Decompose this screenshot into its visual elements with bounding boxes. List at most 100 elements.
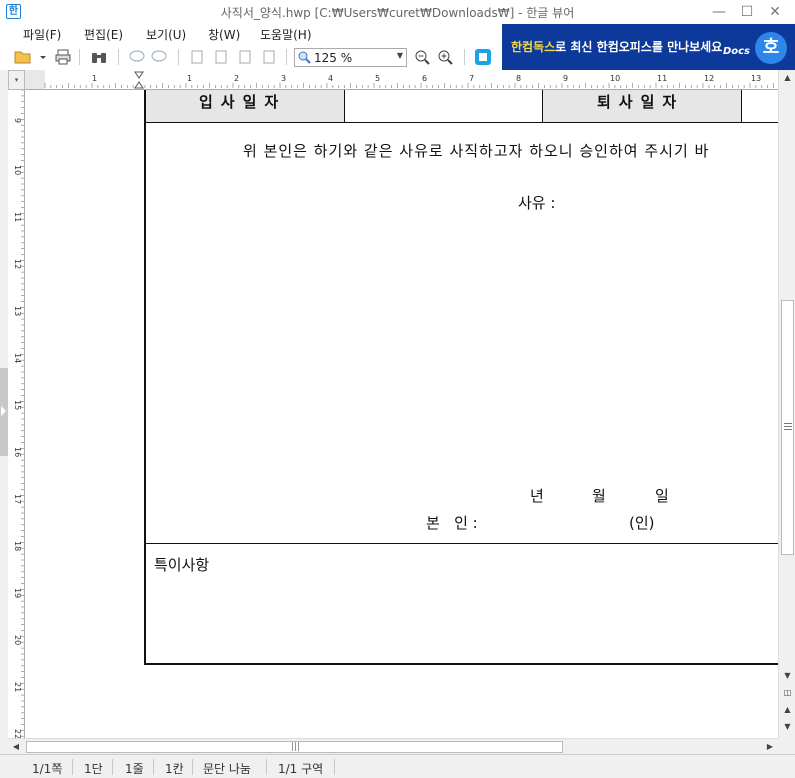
cell-divider <box>741 90 742 122</box>
horizontal-ruler[interactable]: 1 1 2 3 4 5 6 7 8 9 10 11 12 13 <box>25 70 778 90</box>
vertical-scroll-thumb[interactable] <box>781 300 794 555</box>
hancom-docs-icon[interactable] <box>474 48 492 66</box>
side-panel-toggle[interactable] <box>0 368 8 456</box>
menu-help[interactable]: 도움말(H) <box>260 26 312 43</box>
vertical-scrollbar[interactable]: ▲ ▼ ◫ ▲ ▼ <box>778 70 795 738</box>
cell-divider <box>344 90 345 122</box>
zoom-in-icon[interactable] <box>436 48 454 66</box>
banner-highlight: 한컴독스 <box>511 40 556 54</box>
ruler-number: 8 <box>516 74 521 83</box>
toolbar-separator <box>118 49 119 65</box>
horizontal-scrollbar[interactable]: ◀ ||| ▶ <box>8 738 778 754</box>
ruler-number: 13 <box>13 306 22 316</box>
status-separator <box>334 759 335 775</box>
ruler-number: 2 <box>234 74 239 83</box>
page-layout-1-icon <box>188 48 206 66</box>
page-layout-3-icon <box>236 48 254 66</box>
find-binoculars-icon[interactable] <box>90 48 108 66</box>
minimize-button[interactable]: — <box>705 2 733 22</box>
open-dropdown-chevron-icon[interactable] <box>34 48 46 66</box>
indent-marker-icon[interactable] <box>134 71 144 89</box>
scroll-right-arrow-icon[interactable]: ▶ <box>762 739 778 755</box>
ruler-number: 17 <box>13 494 22 504</box>
window-title: 사직서_양식.hwp [C:₩Users₩curet₩Downloads₩] -… <box>220 6 575 20</box>
prev-page-icon[interactable]: ▲ <box>779 702 795 718</box>
ruler-number: 1 <box>187 74 192 83</box>
ruler-number: 9 <box>13 118 22 123</box>
ruler-number: 14 <box>13 353 22 363</box>
toolbar-separator <box>464 49 465 65</box>
ruler-number: 10 <box>13 165 22 175</box>
resignation-statement: 위 본인은 하기와 같은 사유로 사직하고자 하오니 승인하여 주시기 바 <box>243 142 710 160</box>
scroll-down-arrow-icon[interactable]: ▼ <box>779 668 795 684</box>
menu-edit[interactable]: 편집(E) <box>84 26 123 43</box>
document-area[interactable]: 입사일자 퇴사일자 위 본인은 하기와 같은 사유로 사직하고자 하오니 승인하… <box>25 90 778 738</box>
join-date-label: 입사일자 <box>199 93 287 111</box>
banner-text: 로 최신 한컴오피스를 만나보세요 <box>555 40 723 54</box>
menu-view[interactable]: 보기(U) <box>146 26 186 43</box>
ruler-number: 21 <box>13 682 22 692</box>
toolbar-separator <box>79 49 80 65</box>
scroll-left-arrow-icon[interactable]: ◀ <box>8 739 24 755</box>
ruler-number: 11 <box>657 74 667 83</box>
menu-file[interactable]: 파일(F) <box>23 26 61 43</box>
status-separator <box>192 759 193 775</box>
grip-icon <box>784 423 792 430</box>
ruler-number: 3 <box>281 74 286 83</box>
ruler-number: 7 <box>469 74 474 83</box>
ruler-number: 12 <box>13 259 22 269</box>
scroll-up-arrow-icon[interactable]: ▲ <box>779 70 795 86</box>
status-section: 1/1 구역 <box>278 762 324 776</box>
chevron-down-icon[interactable]: ▼ <box>397 51 403 60</box>
close-button[interactable]: ✕ <box>761 2 789 22</box>
print-icon[interactable] <box>54 48 72 66</box>
status-separator <box>153 759 154 775</box>
ruler-number: 19 <box>13 588 22 598</box>
ruler-margin <box>25 70 45 89</box>
status-column: 1단 <box>84 762 103 776</box>
open-folder-icon[interactable] <box>14 48 32 66</box>
next-page-icon[interactable]: ▼ <box>779 719 795 735</box>
zoom-out-icon[interactable] <box>413 48 431 66</box>
ruler-number: 1 <box>92 74 97 83</box>
maximize-button[interactable]: ☐ <box>733 2 761 22</box>
resignation-form-table: 입사일자 퇴사일자 위 본인은 하기와 같은 사유로 사직하고자 하오니 승인하… <box>144 90 778 665</box>
status-separator <box>112 759 113 775</box>
ruler-number: 9 <box>563 74 568 83</box>
seal-mark: (인) <box>629 514 655 532</box>
signer-label: 본 인 : <box>426 514 478 532</box>
banner-message: 한컴독스로 최신 한컴오피스를 만나보세요 <box>511 38 722 55</box>
status-bar: 1/1쪽 1단 1줄 1칸 문단 나눔 1/1 구역 <box>0 754 795 778</box>
ruler-number: 4 <box>328 74 333 83</box>
zoom-magnifier-icon <box>297 50 311 64</box>
zoom-select[interactable]: 125 % ▼ <box>294 48 407 67</box>
zoom-value: 125 % <box>314 51 353 65</box>
toolbar-separator <box>286 49 287 65</box>
hancom-docs-banner[interactable]: 한컴독스로 최신 한컴오피스를 만나보세요 Docs 호 <box>502 24 795 70</box>
ruler-number: 5 <box>375 74 380 83</box>
ruler-number: 20 <box>13 635 22 645</box>
ruler-tab-selector[interactable]: ▾ <box>8 70 25 90</box>
vertical-ruler-ticks: 9 10 11 12 13 14 15 16 17 18 19 20 21 22 <box>13 90 24 738</box>
ruler-number: 18 <box>13 541 22 551</box>
vertical-ruler[interactable]: 9 10 11 12 13 14 15 16 17 18 19 20 21 22 <box>8 90 25 738</box>
cell-divider <box>542 90 543 122</box>
status-line: 1줄 <box>125 762 144 776</box>
row-divider <box>146 122 778 123</box>
horizontal-scroll-thumb[interactable]: ||| <box>26 741 563 753</box>
title-bar: 한 사직서_양식.hwp [C:₩Users₩curet₩Downloads₩]… <box>0 0 795 24</box>
comment-prev-icon <box>128 48 146 66</box>
page-view-icon[interactable]: ◫ <box>779 685 795 701</box>
date-year: 년 <box>530 487 544 505</box>
leave-date-label: 퇴사일자 <box>597 93 685 111</box>
toolbar: 125 % ▼ <box>0 44 502 70</box>
menu-window[interactable]: 창(W) <box>208 26 240 43</box>
ruler-number: 12 <box>704 74 714 83</box>
ruler-number: 11 <box>13 212 22 222</box>
status-separator <box>266 759 267 775</box>
comment-next-icon <box>150 48 168 66</box>
hwp-viewer-window: 한 사직서_양식.hwp [C:₩Users₩curet₩Downloads₩]… <box>0 0 795 778</box>
row-divider <box>146 543 778 544</box>
hancom-logo: 호 <box>755 32 787 64</box>
ruler-number: 22 <box>13 729 22 738</box>
